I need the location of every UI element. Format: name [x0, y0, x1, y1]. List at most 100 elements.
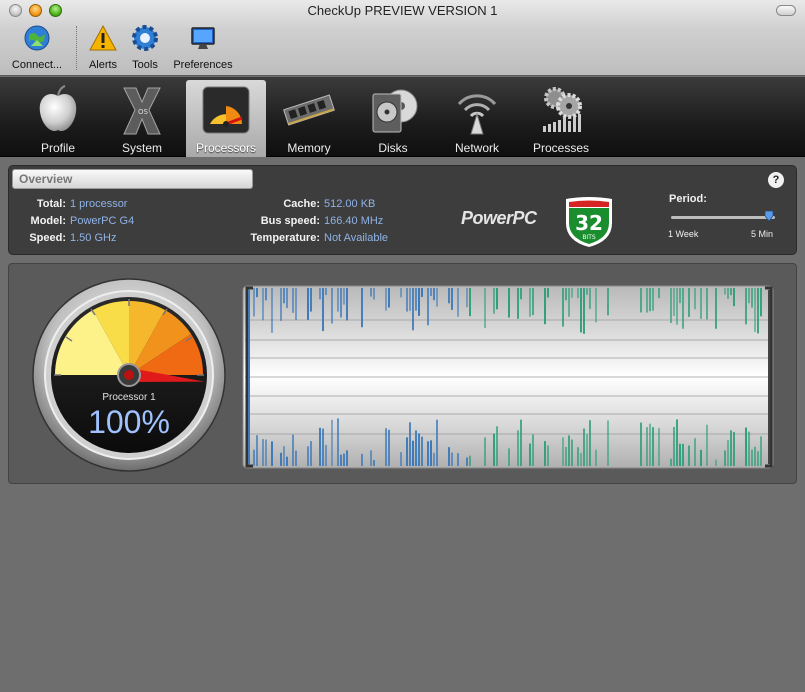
tab-processors[interactable]: Processors — [186, 80, 266, 157]
history-top-bar — [370, 288, 372, 297]
history-top-bar — [676, 288, 678, 325]
history-top-bar — [361, 288, 363, 328]
warning-icon — [89, 24, 117, 51]
apple-icon — [39, 85, 77, 132]
history-top-bar — [322, 288, 324, 332]
overview-bus-value: 166.40 MHz — [324, 215, 384, 227]
history-top-bar — [715, 288, 717, 329]
tab-memory[interactable]: Memory — [269, 80, 349, 157]
overview-temperature-key: Temperature: — [250, 232, 320, 244]
processor-usage: 100% — [88, 404, 170, 440]
tab-network[interactable]: Network — [437, 80, 517, 157]
history-bottom-bar — [280, 452, 282, 466]
history-bottom-bar — [565, 447, 567, 466]
history-bottom-bar — [733, 432, 735, 466]
toolbar-alerts-button[interactable]: Alerts — [85, 23, 121, 71]
tab-system-label: System — [121, 141, 162, 155]
overview-speed-key: Speed: — [29, 232, 66, 244]
history-bottom-bar — [286, 456, 288, 466]
history-top-bar — [577, 288, 579, 298]
history-top-bar — [280, 288, 282, 321]
history-top-bar — [406, 288, 408, 312]
history-bottom-bar — [340, 454, 342, 466]
history-bottom-bar — [670, 458, 672, 466]
history-top-bar — [568, 288, 570, 317]
history-bottom-bar — [337, 418, 339, 466]
svg-text:OS: OS — [138, 108, 149, 116]
history-top-bar — [670, 288, 672, 323]
tab-disks[interactable]: Disks — [353, 80, 433, 157]
history-bottom-bar — [676, 419, 678, 466]
history-top-bar — [706, 288, 708, 320]
history-top-bar — [673, 288, 675, 316]
history-top-bar — [433, 288, 435, 301]
history-top-bar — [688, 288, 690, 317]
history-bottom-bar — [562, 437, 564, 466]
history-top-bar — [253, 288, 255, 317]
history-bottom-bar — [271, 441, 273, 466]
history-bottom-bar — [595, 449, 597, 466]
toolbar-tools-button[interactable]: Tools — [127, 23, 163, 71]
period-slider-knob[interactable] — [765, 211, 773, 221]
history-top-bar — [529, 288, 531, 317]
overview-total-value: 1 processor — [70, 198, 128, 210]
history-top-bar — [388, 288, 390, 308]
history-bottom-bar — [646, 427, 648, 466]
history-bottom-bar — [748, 431, 750, 466]
history-bottom-bar — [682, 443, 684, 466]
history-bottom-bar — [568, 435, 570, 466]
history-top-bar — [748, 288, 750, 304]
history-bottom-bar — [421, 436, 423, 466]
period-slider-track[interactable] — [671, 216, 775, 219]
history-bottom-bar — [457, 453, 459, 466]
overview-speed-value: 1.50 GHz — [70, 232, 117, 244]
history-bottom-bar — [706, 424, 708, 466]
history-bottom-bar — [295, 450, 297, 466]
overview-header: Overview — [12, 169, 253, 189]
history-bottom-bar — [427, 441, 429, 466]
tab-profile[interactable]: Profile — [18, 80, 98, 157]
history-bottom-bar — [751, 449, 753, 466]
history-top-bar — [754, 288, 756, 332]
toolbar-tools-label: Tools — [132, 59, 158, 71]
history-top-bar — [565, 288, 567, 301]
cpu-gauge: Processor 1 100% — [32, 278, 226, 472]
overview-panel: Overview ? Total: 1 processor Model: Power… — [8, 165, 797, 255]
history-top-bar — [271, 288, 273, 333]
toolbar-connect-button[interactable]: Connect... — [6, 23, 68, 71]
history-bottom-bar — [583, 428, 585, 466]
bits-label: BITS — [582, 234, 596, 241]
history-top-bar — [337, 288, 339, 312]
history-top-bar — [346, 288, 348, 321]
history-bottom-bar — [469, 455, 471, 466]
history-top-bar — [484, 288, 486, 329]
history-bottom-bar — [448, 447, 450, 466]
history-top-bar — [295, 288, 297, 321]
history-bottom-bar — [484, 437, 486, 466]
tab-processes[interactable]: Processes — [521, 80, 601, 157]
toolbar-toggle-button[interactable] — [776, 5, 796, 16]
history-top-bar — [373, 288, 375, 300]
history-bottom-bar — [292, 434, 294, 466]
history-bottom-bar — [745, 427, 747, 466]
history-bottom-bar — [319, 427, 321, 466]
history-top-bar — [589, 288, 591, 309]
history-top-bar — [331, 288, 333, 324]
history-bottom-bar — [418, 433, 420, 466]
overview-temperature-row: Temperature: Not Available — [237, 232, 389, 244]
tab-system[interactable]: OS System — [102, 80, 182, 157]
processor-panel: Processor 1 100% — [8, 263, 797, 484]
history-bottom-bar — [727, 440, 729, 466]
history-top-bar — [283, 288, 285, 304]
history-bottom-bar — [370, 450, 372, 466]
tab-profile-label: Profile — [40, 141, 75, 155]
help-button[interactable]: ? — [768, 172, 784, 188]
history-bottom-bar — [361, 453, 363, 466]
history-bottom-bar — [373, 459, 375, 466]
toolbar-preferences-button[interactable]: Preferences — [169, 23, 237, 71]
history-bottom-bar — [640, 422, 642, 466]
history-bottom-bar — [694, 438, 696, 466]
history-bottom-bar — [412, 440, 414, 466]
history-top-bar — [562, 288, 564, 327]
history-bottom-bar — [547, 445, 549, 466]
